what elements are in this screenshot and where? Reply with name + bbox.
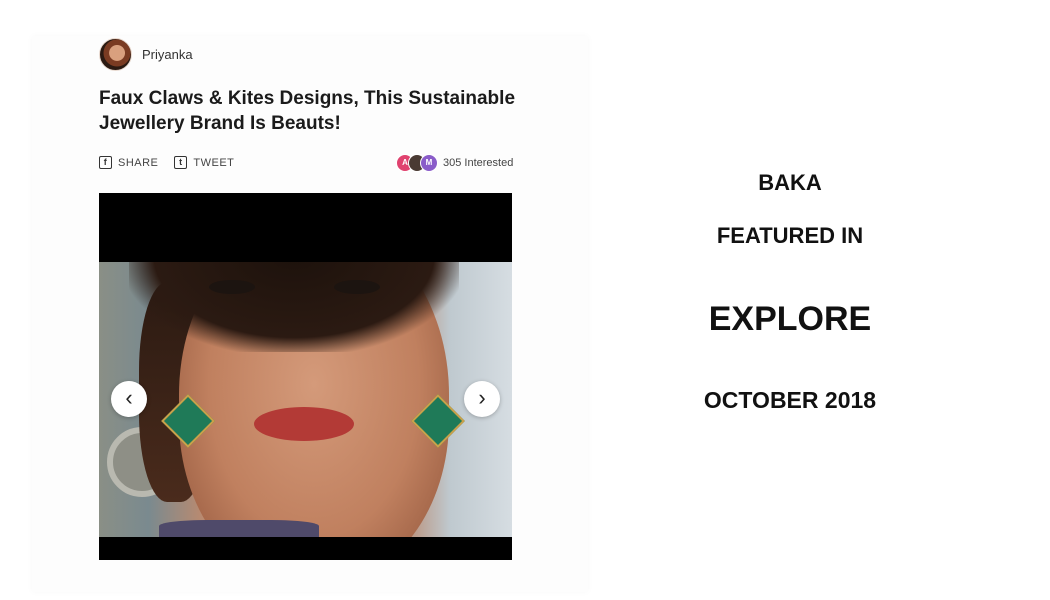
image-carousel — [99, 193, 512, 560]
facebook-icon: f — [99, 156, 112, 169]
interested-text: 305 Interested — [443, 157, 514, 169]
share-actions: f SHARE t TWEET — [99, 156, 250, 169]
carousel-next-button[interactable]: › — [464, 381, 500, 417]
tweet-label: TWEET — [193, 156, 235, 169]
twitter-icon: t — [174, 156, 188, 169]
featured-in-label: FEATURED IN — [716, 223, 864, 248]
article-photo — [99, 262, 512, 537]
chevron-right-icon: › — [478, 385, 486, 410]
brand-name: BAKA — [758, 170, 822, 195]
author-avatar[interactable] — [99, 38, 132, 71]
share-button[interactable]: f SHARE — [99, 156, 158, 169]
author-name[interactable]: Priyanka — [142, 47, 193, 62]
article-title[interactable]: Faux Claws & Kites Designs, This Sustain… — [99, 86, 529, 136]
interested-count[interactable]: A M 305 Interested — [396, 154, 513, 172]
author-block[interactable]: Priyanka — [99, 38, 193, 71]
chevron-left-icon: ‹ — [125, 385, 133, 410]
tweet-button[interactable]: t TWEET — [174, 156, 234, 169]
feature-date: OCTOBER 2018 — [703, 387, 877, 413]
interested-avatar: M — [420, 154, 438, 172]
publication-name: EXPLORE — [708, 300, 872, 338]
share-label: SHARE — [118, 156, 159, 169]
carousel-prev-button[interactable]: ‹ — [111, 381, 147, 417]
